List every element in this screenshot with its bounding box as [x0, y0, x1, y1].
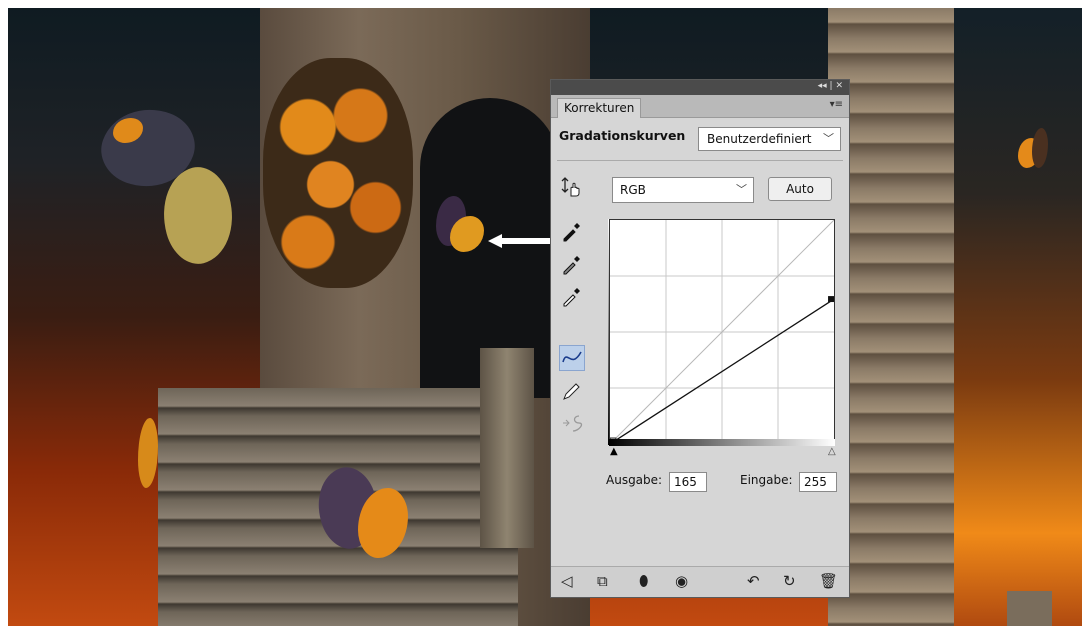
input-field[interactable]: 255 [799, 472, 837, 492]
back-arrow-icon[interactable]: ◁ [561, 572, 573, 590]
smooth-curve-icon [559, 412, 585, 438]
output-field[interactable]: 165 [669, 472, 707, 492]
stone-pillar [480, 348, 534, 548]
document-canvas[interactable] [8, 8, 1082, 626]
adjustments-panel[interactable]: ◂◂ | ✕ Korrekturen ▾≡ Gradationskurven B… [550, 79, 850, 598]
panel-menu-icon[interactable]: ▾≡ [830, 99, 843, 110]
pencil-draw-icon[interactable] [559, 380, 585, 406]
preset-dropdown[interactable]: Benutzerdefiniert ﹀ [698, 127, 841, 151]
undo-icon[interactable]: ↻ [783, 572, 796, 590]
white-point-eyedropper-icon[interactable] [559, 285, 585, 311]
curve-edit-icon[interactable] [559, 345, 585, 371]
panel-titlebar[interactable]: ◂◂ | ✕ [551, 80, 849, 95]
butterfly-highlighted [436, 196, 486, 256]
curve-graph[interactable] [609, 219, 835, 445]
chevron-down-icon: ﹀ [823, 132, 834, 145]
stone-block [1007, 591, 1052, 626]
sky-background-right [952, 8, 1082, 626]
panel-window-controls[interactable]: ◂◂ | ✕ [818, 81, 843, 91]
view-previous-icon[interactable]: ◉ [675, 572, 688, 590]
input-label: Eingabe: [740, 473, 793, 487]
curve-point-end [828, 296, 834, 303]
divider [557, 160, 843, 161]
channel-dropdown[interactable]: RGB ﹀ [612, 177, 754, 203]
butterfly-far-right [1018, 128, 1058, 178]
output-label: Ausgabe: [606, 473, 663, 487]
reset-icon[interactable]: ↶ [747, 572, 760, 590]
clip-to-layer-icon[interactable]: ⧉ [597, 572, 608, 590]
flower-cluster [263, 58, 413, 288]
layer-visibility-icon[interactable]: ⬮ [639, 572, 648, 590]
butterfly-large-left [92, 95, 245, 271]
tab-korrekturen[interactable]: Korrekturen [557, 98, 642, 118]
pointer-arrow [488, 234, 552, 248]
black-point-eyedropper-icon[interactable] [559, 220, 585, 246]
preset-value: Benutzerdefiniert [707, 132, 812, 146]
chevron-down-icon: ﹀ [736, 183, 747, 196]
black-slider-icon[interactable]: ▲ [610, 446, 618, 457]
delete-icon[interactable]: 🗑 [819, 572, 838, 590]
panel-tabstrip: Korrekturen ▾≡ [551, 95, 849, 118]
on-image-adjust-icon[interactable] [559, 176, 585, 202]
auto-button[interactable]: Auto [768, 177, 832, 201]
panel-bottom-bar: ◁ ⧉ ⬮ ◉ ↶ ↻ 🗑 [551, 566, 849, 597]
white-slider-icon[interactable]: △ [828, 446, 836, 457]
gray-point-eyedropper-icon[interactable] [559, 253, 585, 279]
input-gradient-bar [609, 439, 835, 446]
channel-value: RGB [620, 183, 646, 197]
butterfly-left-edge [138, 418, 178, 498]
butterfly-stairs [306, 460, 418, 568]
adjustment-title: Gradationskurven [559, 128, 686, 143]
